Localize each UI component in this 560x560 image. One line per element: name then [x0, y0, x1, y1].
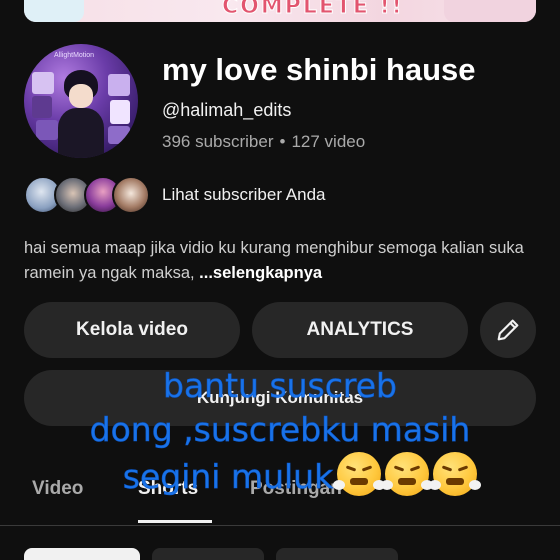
tab-posts[interactable]: Postingan: [250, 478, 342, 500]
banner-decoration-left: [24, 0, 84, 22]
stats-separator: •: [279, 132, 286, 151]
filter-chip[interactable]: [24, 548, 140, 560]
channel-name: my love shinbi hause: [162, 52, 476, 87]
view-subscribers-link[interactable]: Lihat subscriber Anda: [162, 185, 326, 205]
subscriber-count: 396 subscriber: [162, 132, 274, 151]
analytics-button[interactable]: ANALYTICS: [252, 302, 468, 358]
pencil-icon: [497, 319, 519, 341]
avatar-collage-tile: [108, 74, 130, 96]
avatar-collage-tile: [110, 100, 130, 124]
avatar-collage-tile: [32, 96, 52, 118]
banner-text: COMPLETE !!: [222, 0, 404, 20]
avatar-collage-tile: [108, 126, 130, 144]
edit-channel-button[interactable]: [480, 302, 536, 358]
channel-banner[interactable]: COMPLETE !!: [24, 0, 536, 22]
visit-community-button[interactable]: Kunjungi Komunitas: [24, 370, 536, 426]
subscriber-avatar: [112, 176, 150, 214]
channel-handle: @halimah_edits: [162, 100, 292, 120]
avatar-collage-tile: [36, 120, 58, 140]
subscriber-avatars[interactable]: [24, 176, 150, 214]
filter-chip[interactable]: [152, 548, 264, 560]
read-more-link[interactable]: ...selengkapnya: [199, 264, 322, 282]
tabs-divider: [0, 525, 560, 526]
avatar-collage-tile: [32, 72, 54, 94]
channel-stats: 396 subscriber • 127 video: [162, 132, 365, 152]
filter-chip[interactable]: [276, 548, 398, 560]
tab-videos[interactable]: Video: [32, 478, 83, 500]
banner-decoration-right: [444, 0, 536, 22]
avatar-character-face: [69, 84, 93, 108]
channel-avatar[interactable]: AllightMotion: [24, 44, 138, 158]
active-tab-indicator: [138, 520, 212, 523]
tab-shorts[interactable]: Shorts: [138, 478, 198, 500]
channel-tabs: Video Shorts Postingan: [0, 470, 560, 526]
manage-videos-button[interactable]: Kelola video: [24, 302, 240, 358]
avatar-caption: AllightMotion: [54, 52, 95, 59]
channel-description[interactable]: hai semua maap jika vidio ku kurang meng…: [24, 236, 536, 286]
avatar-character-body: [58, 108, 104, 158]
video-count: 127 video: [291, 132, 366, 151]
